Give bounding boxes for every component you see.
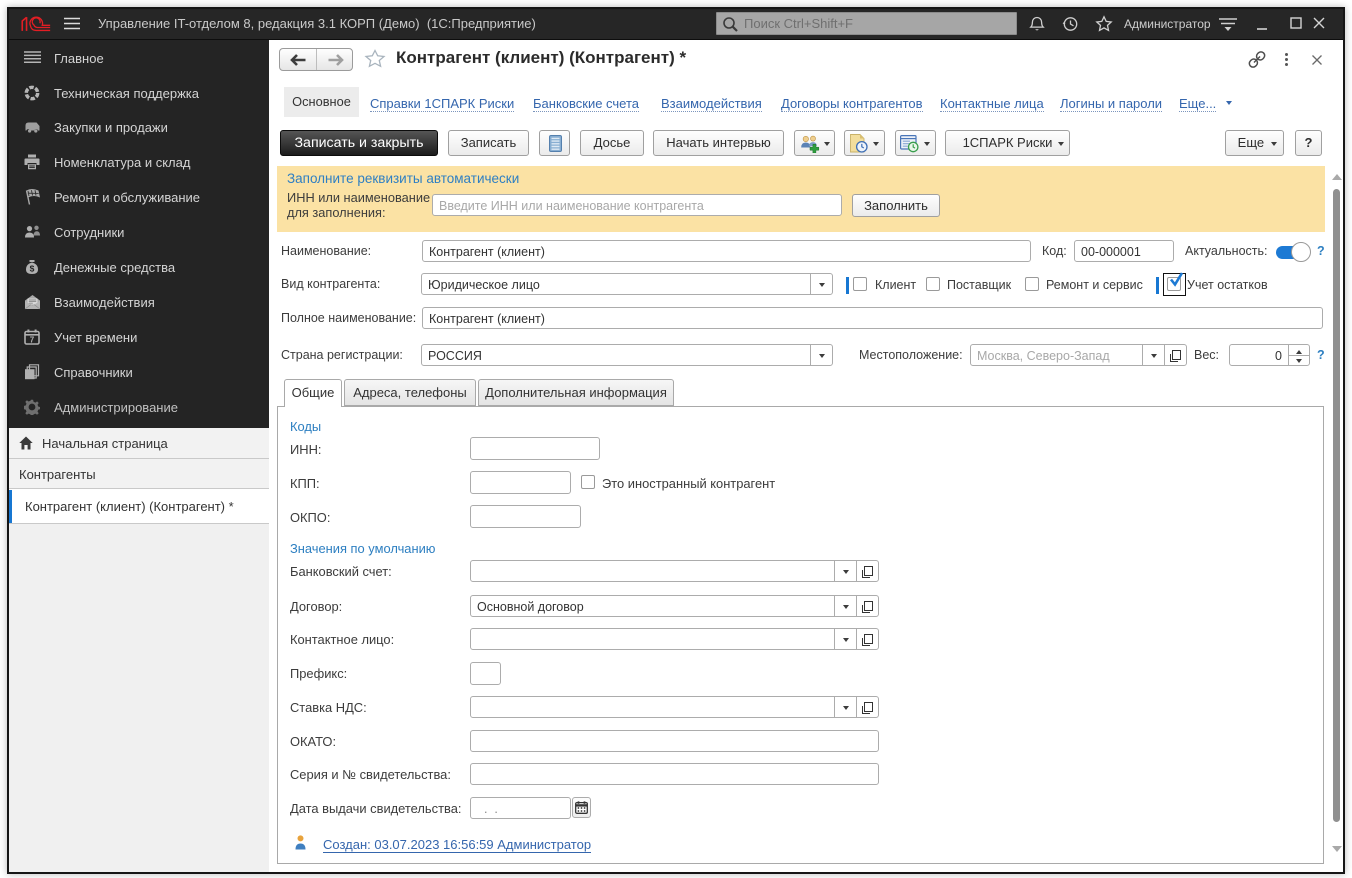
svg-text:$: $	[30, 264, 35, 274]
svg-text:7: 7	[30, 335, 35, 344]
